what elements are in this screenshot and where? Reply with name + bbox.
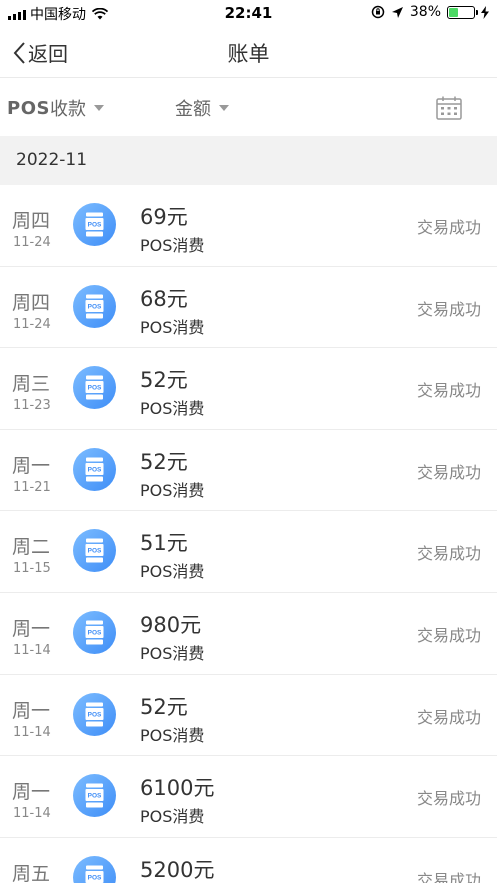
- svg-text:POS: POS: [88, 466, 102, 473]
- transaction-amount: 52元: [140, 368, 188, 393]
- svg-text:POS: POS: [88, 303, 102, 310]
- transaction-list: 周四 11-24 POS 69元 POS消费 交易成功 周四 11-24 POS…: [0, 185, 497, 883]
- transaction-weekday: 周一: [12, 781, 51, 804]
- pos-terminal-icon: POS: [73, 447, 116, 491]
- transaction-weekday: 周一: [12, 454, 51, 477]
- transaction-type: POS消费: [140, 643, 205, 663]
- transaction-weekday: 周三: [12, 373, 51, 396]
- transaction-date: 11-23: [13, 398, 51, 414]
- transaction-amount: 68元: [140, 286, 188, 311]
- transaction-type: POS消费: [140, 807, 205, 827]
- pos-terminal-icon: POS: [73, 529, 116, 573]
- transaction-type: POS消费: [140, 399, 205, 419]
- transaction-status: 交易成功: [416, 218, 481, 237]
- transaction-row[interactable]: 周五 POS 5200元 交易成功: [0, 838, 497, 883]
- transaction-row[interactable]: 周四 11-24 POS 68元 POS消费 交易成功: [0, 267, 497, 349]
- transaction-date: 11-24: [13, 316, 51, 332]
- transaction-status: 交易成功: [416, 625, 481, 645]
- page-title: 账单: [227, 42, 270, 66]
- transaction-row[interactable]: 周一 11-14 POS 52元 POS消费 交易成功: [0, 675, 497, 757]
- transaction-status: 交易成功: [416, 789, 481, 809]
- transaction-amount: 51元: [140, 531, 188, 556]
- svg-text:POS: POS: [88, 711, 102, 718]
- transaction-weekday: 周一: [12, 617, 51, 640]
- transaction-type: POS消费: [140, 480, 205, 500]
- transaction-status: 交易成功: [416, 707, 481, 727]
- filter-bar: POS 收款 金额: [0, 78, 497, 136]
- transaction-status: 交易成功: [416, 299, 481, 319]
- month-section-header: 2022-11: [0, 136, 497, 185]
- pos-terminal-icon: POS: [73, 692, 116, 736]
- pos-terminal-icon: POS: [73, 610, 116, 654]
- orientation-lock-icon: [371, 5, 385, 19]
- pos-terminal-icon: POS: [73, 203, 116, 246]
- pos-terminal-icon: POS: [73, 855, 116, 883]
- transaction-type: POS消费: [140, 562, 205, 582]
- transaction-status: 交易成功: [416, 870, 481, 883]
- transaction-amount: 6100元: [140, 776, 215, 801]
- transaction-type: POS消费: [140, 236, 205, 255]
- svg-text:POS: POS: [88, 793, 102, 800]
- transaction-amount: 980元: [140, 612, 202, 637]
- transaction-weekday: 周四: [12, 210, 51, 232]
- transaction-date: 11-14: [13, 806, 51, 822]
- svg-text:POS: POS: [88, 629, 102, 636]
- nav-bar: 返回 账单: [0, 26, 497, 78]
- amount-filter-dropdown[interactable]: 金额: [175, 95, 229, 121]
- transaction-row[interactable]: 周四 11-24 POS 69元 POS消费 交易成功: [0, 185, 497, 267]
- transaction-amount: 52元: [140, 449, 188, 474]
- transaction-status: 交易成功: [416, 544, 481, 564]
- transaction-row[interactable]: 周一 11-14 POS 980元 POS消费 交易成功: [0, 593, 497, 675]
- calendar-icon[interactable]: [436, 96, 462, 120]
- svg-text:POS: POS: [88, 548, 102, 555]
- transaction-row[interactable]: 周一 11-14 POS 6100元 POS消费 交易成功: [0, 756, 497, 838]
- battery-icon: [447, 5, 478, 19]
- pos-terminal-icon: POS: [73, 366, 116, 410]
- svg-text:POS: POS: [88, 385, 102, 392]
- caret-down-icon: [219, 105, 229, 111]
- charging-icon: [481, 5, 489, 19]
- type-filter-label: 收款: [49, 99, 86, 120]
- transaction-row[interactable]: 周二 11-15 POS 51元 POS消费 交易成功: [0, 511, 497, 593]
- transaction-amount: 52元: [140, 694, 188, 719]
- month-label: 2022-11: [16, 150, 88, 170]
- status-bar: 中国移动 22:41 38%: [0, 0, 497, 26]
- transaction-weekday: 周五: [12, 862, 51, 883]
- transaction-type: POS消费: [140, 725, 205, 745]
- pos-terminal-icon: POS: [73, 284, 116, 328]
- transaction-date: 11-21: [13, 479, 51, 495]
- transaction-date: 11-14: [13, 642, 51, 658]
- transaction-weekday: 周二: [12, 536, 51, 559]
- transaction-weekday: 周一: [12, 699, 51, 722]
- svg-text:POS: POS: [88, 222, 102, 229]
- amount-filter-label: 金额: [175, 99, 211, 120]
- transaction-status: 交易成功: [416, 381, 481, 401]
- battery-percent: 38%: [409, 4, 441, 20]
- transaction-date: 11-14: [13, 724, 51, 740]
- location-icon: [391, 6, 403, 18]
- caret-down-icon: [93, 105, 104, 111]
- type-filter-dropdown[interactable]: POS 收款: [7, 95, 104, 121]
- pos-terminal-icon: POS: [73, 774, 116, 818]
- transaction-amount: 5200元: [140, 857, 215, 882]
- transaction-status: 交易成功: [416, 462, 481, 482]
- status-right: 38%: [371, 4, 489, 20]
- battery-level: [449, 7, 459, 17]
- transaction-weekday: 周四: [12, 291, 51, 314]
- transaction-row[interactable]: 周三 11-23 POS 52元 POS消费 交易成功: [0, 348, 497, 430]
- transaction-date: 11-24: [13, 235, 51, 250]
- svg-text:POS: POS: [88, 874, 102, 881]
- transaction-date: 11-15: [13, 561, 51, 577]
- transaction-amount: 69元: [140, 205, 188, 229]
- type-filter-prefix: POS: [7, 97, 50, 119]
- transaction-type: POS消费: [140, 317, 205, 337]
- transaction-row[interactable]: 周一 11-21 POS 52元 POS消费 交易成功: [0, 430, 497, 512]
